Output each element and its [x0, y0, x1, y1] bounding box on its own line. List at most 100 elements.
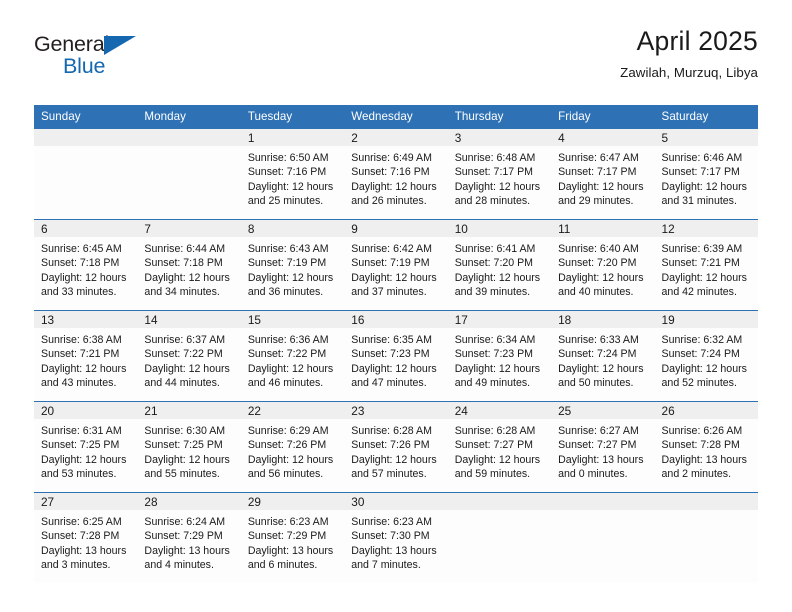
day-details: Sunrise: 6:28 AM Sunset: 7:26 PM Daylight:…	[344, 419, 447, 482]
page-header: General Blue April 2025 Zawilah, Murzuq,…	[34, 26, 758, 98]
day-details: Sunrise: 6:42 AM Sunset: 7:19 PM Daylight:…	[344, 237, 447, 300]
day-cell-inner: 2 Sunrise: 6:49 AM Sunset: 7:16 PM Daylight…	[344, 129, 448, 219]
daylight-text-line1: Daylight: 13 hours	[247, 544, 334, 557]
day-details: Sunrise: 6:26 AM Sunset: 7:28 PM Daylight:…	[655, 419, 758, 482]
daylight-text-line2: and 49 minutes.	[454, 377, 531, 390]
calendar-day-cell[interactable]: 4 Sunrise: 6:47 AM Sunset: 7:17 PM Daylight…	[551, 129, 655, 220]
sunrise-text: Sunrise: 6:34 AM	[454, 334, 536, 346]
day-cell-inner: 18 Sunrise: 6:33 AM Sunset: 7:24 PM Dayligh…	[551, 311, 655, 401]
calendar-day-cell[interactable]: 2 Sunrise: 6:49 AM Sunset: 7:16 PM Daylight…	[344, 129, 448, 220]
day-number: 27	[34, 493, 138, 510]
day-number	[137, 129, 241, 146]
day-cell-inner: 25 Sunrise: 6:27 AM Sunset: 7:27 PM Dayligh…	[551, 402, 655, 492]
calendar-day-cell[interactable]: 18 Sunrise: 6:33 AM Sunset: 7:24 PM Dayligh…	[551, 310, 655, 402]
day-details: Sunrise: 6:38 AM Sunset: 7:21 PM Daylight:…	[34, 328, 137, 391]
calendar-day-cell[interactable]: 26 Sunrise: 6:26 AM Sunset: 7:28 PM Dayligh…	[654, 401, 758, 493]
calendar-day-cell[interactable]: 9 Sunrise: 6:42 AM Sunset: 7:19 PM Daylight…	[344, 219, 448, 311]
day-number: 15	[240, 311, 345, 328]
calendar-day-cell[interactable]: 6 Sunrise: 6:45 AM Sunset: 7:18 PM Daylight…	[34, 219, 138, 311]
day-number: 1	[240, 129, 345, 146]
sunset-text: Sunset: 7:17 PM	[454, 166, 534, 179]
calendar-day-cell[interactable]: 3 Sunrise: 6:48 AM Sunset: 7:17 PM Daylight…	[447, 129, 552, 220]
daylight-text-line1: Daylight: 12 hours	[454, 271, 541, 284]
sunset-text: Sunset: 7:18 PM	[41, 257, 120, 270]
daylight-text-line2: and 6 minutes.	[247, 559, 318, 572]
weekday-header-saturday: Saturday	[654, 105, 758, 129]
day-cell-inner	[137, 129, 241, 219]
daylight-text-line1: Daylight: 13 hours	[41, 544, 127, 557]
sunrise-text: Sunrise: 6:48 AM	[454, 152, 536, 164]
calendar-day-cell[interactable]: 19 Sunrise: 6:32 AM Sunset: 7:24 PM Dayligh…	[654, 310, 758, 402]
sunrise-text: Sunrise: 6:39 AM	[661, 243, 743, 255]
day-details: Sunrise: 6:28 AM Sunset: 7:27 PM Daylight:…	[448, 419, 551, 482]
weekday-header-tuesday: Tuesday	[240, 105, 345, 129]
calendar-day-cell[interactable]: 27 Sunrise: 6:25 AM Sunset: 7:28 PM Dayligh…	[34, 492, 138, 583]
daylight-text-line2: and 36 minutes.	[247, 286, 324, 299]
daylight-text-line2: and 3 minutes.	[41, 559, 111, 572]
calendar-day-cell[interactable]: 20 Sunrise: 6:31 AM Sunset: 7:25 PM Dayligh…	[34, 401, 138, 493]
day-number	[551, 493, 655, 510]
day-cell-inner: 9 Sunrise: 6:42 AM Sunset: 7:19 PM Daylight…	[344, 220, 448, 310]
daylight-text-line1: Daylight: 13 hours	[661, 453, 747, 466]
day-number: 8	[240, 220, 345, 237]
calendar-day-cell[interactable]: 7 Sunrise: 6:44 AM Sunset: 7:18 PM Daylight…	[137, 219, 241, 311]
page-title: April 2025	[636, 26, 758, 56]
calendar-day-cell[interactable]: 25 Sunrise: 6:27 AM Sunset: 7:27 PM Dayligh…	[551, 401, 655, 493]
daylight-text-line2: and 4 minutes.	[144, 559, 214, 572]
daylight-text-line2: and 37 minutes.	[351, 286, 427, 299]
sunrise-text: Sunrise: 6:47 AM	[558, 152, 639, 164]
calendar-day-cell[interactable]: 28 Sunrise: 6:24 AM Sunset: 7:29 PM Dayligh…	[137, 492, 241, 583]
calendar-day-cell[interactable]: 14 Sunrise: 6:37 AM Sunset: 7:22 PM Dayligh…	[137, 310, 241, 402]
calendar-day-cell[interactable]: 29 Sunrise: 6:23 AM Sunset: 7:29 PM Dayligh…	[240, 492, 345, 583]
sunrise-text: Sunrise: 6:25 AM	[41, 516, 122, 528]
sunset-text: Sunset: 7:27 PM	[558, 439, 637, 452]
day-details: Sunrise: 6:33 AM Sunset: 7:24 PM Daylight:…	[551, 328, 654, 391]
calendar-day-cell[interactable]: 10 Sunrise: 6:41 AM Sunset: 7:20 PM Dayligh…	[447, 219, 552, 311]
calendar-day-cell[interactable]: 16 Sunrise: 6:35 AM Sunset: 7:23 PM Dayligh…	[344, 310, 448, 402]
day-number: 14	[137, 311, 241, 328]
day-number: 12	[654, 220, 758, 237]
daylight-text-line1: Daylight: 12 hours	[454, 362, 541, 375]
title-block: April 2025 Zawilah, Murzuq, Libya	[620, 26, 758, 80]
daylight-text-line1: Daylight: 12 hours	[41, 362, 127, 375]
daylight-text-line1: Daylight: 12 hours	[351, 362, 437, 375]
sunset-text: Sunset: 7:29 PM	[144, 530, 223, 543]
daylight-text-line1: Daylight: 12 hours	[661, 362, 747, 375]
calendar-week-row: 20 Sunrise: 6:31 AM Sunset: 7:25 PM Dayligh…	[34, 401, 758, 493]
calendar-day-cell[interactable]: 15 Sunrise: 6:36 AM Sunset: 7:22 PM Dayligh…	[240, 310, 345, 402]
daylight-text-line1: Daylight: 12 hours	[558, 180, 644, 193]
daylight-text-line2: and 39 minutes.	[454, 286, 531, 299]
weekday-header-monday: Monday	[137, 105, 241, 129]
sunset-text: Sunset: 7:20 PM	[454, 257, 534, 270]
day-number: 20	[34, 402, 138, 419]
day-number	[34, 129, 138, 146]
calendar-day-cell[interactable]: 30 Sunrise: 6:23 AM Sunset: 7:30 PM Dayligh…	[344, 492, 448, 583]
calendar-day-cell[interactable]: 17 Sunrise: 6:34 AM Sunset: 7:23 PM Dayligh…	[447, 310, 552, 402]
calendar-day-cell[interactable]: 8 Sunrise: 6:43 AM Sunset: 7:19 PM Daylight…	[240, 219, 345, 311]
calendar-empty-cell	[551, 492, 655, 583]
day-cell-inner: 22 Sunrise: 6:29 AM Sunset: 7:26 PM Dayligh…	[240, 402, 345, 492]
sunset-text: Sunset: 7:28 PM	[661, 439, 740, 452]
calendar-day-cell[interactable]: 21 Sunrise: 6:30 AM Sunset: 7:25 PM Dayligh…	[137, 401, 241, 493]
calendar-day-cell[interactable]: 11 Sunrise: 6:40 AM Sunset: 7:20 PM Dayligh…	[551, 219, 655, 311]
day-details: Sunrise: 6:32 AM Sunset: 7:24 PM Daylight:…	[655, 328, 758, 391]
sunrise-text: Sunrise: 6:29 AM	[247, 425, 329, 437]
calendar-day-cell[interactable]: 13 Sunrise: 6:38 AM Sunset: 7:21 PM Dayligh…	[34, 310, 138, 402]
day-cell-inner: 20 Sunrise: 6:31 AM Sunset: 7:25 PM Dayligh…	[34, 402, 138, 492]
calendar-empty-cell	[654, 492, 758, 583]
daylight-text-line1: Daylight: 12 hours	[247, 271, 334, 284]
daylight-text-line1: Daylight: 12 hours	[661, 271, 747, 284]
daylight-text-line2: and 26 minutes.	[351, 195, 427, 208]
day-cell-inner: 23 Sunrise: 6:28 AM Sunset: 7:26 PM Dayligh…	[344, 402, 448, 492]
calendar-day-cell[interactable]: 23 Sunrise: 6:28 AM Sunset: 7:26 PM Dayligh…	[344, 401, 448, 493]
daylight-text-line1: Daylight: 12 hours	[41, 271, 127, 284]
calendar-day-cell[interactable]: 24 Sunrise: 6:28 AM Sunset: 7:27 PM Dayligh…	[447, 401, 552, 493]
day-details: Sunrise: 6:45 AM Sunset: 7:18 PM Daylight:…	[34, 237, 137, 300]
calendar-day-cell[interactable]: 22 Sunrise: 6:29 AM Sunset: 7:26 PM Dayligh…	[240, 401, 345, 493]
sunset-text: Sunset: 7:27 PM	[454, 439, 534, 452]
calendar-day-cell[interactable]: 1 Sunrise: 6:50 AM Sunset: 7:16 PM Daylight…	[240, 129, 345, 220]
calendar-day-cell[interactable]: 12 Sunrise: 6:39 AM Sunset: 7:21 PM Dayligh…	[654, 219, 758, 311]
sunrise-text: Sunrise: 6:28 AM	[454, 425, 536, 437]
calendar-day-cell[interactable]: 5 Sunrise: 6:46 AM Sunset: 7:17 PM Daylight…	[654, 129, 758, 220]
daylight-text-line2: and 7 minutes.	[351, 559, 421, 572]
